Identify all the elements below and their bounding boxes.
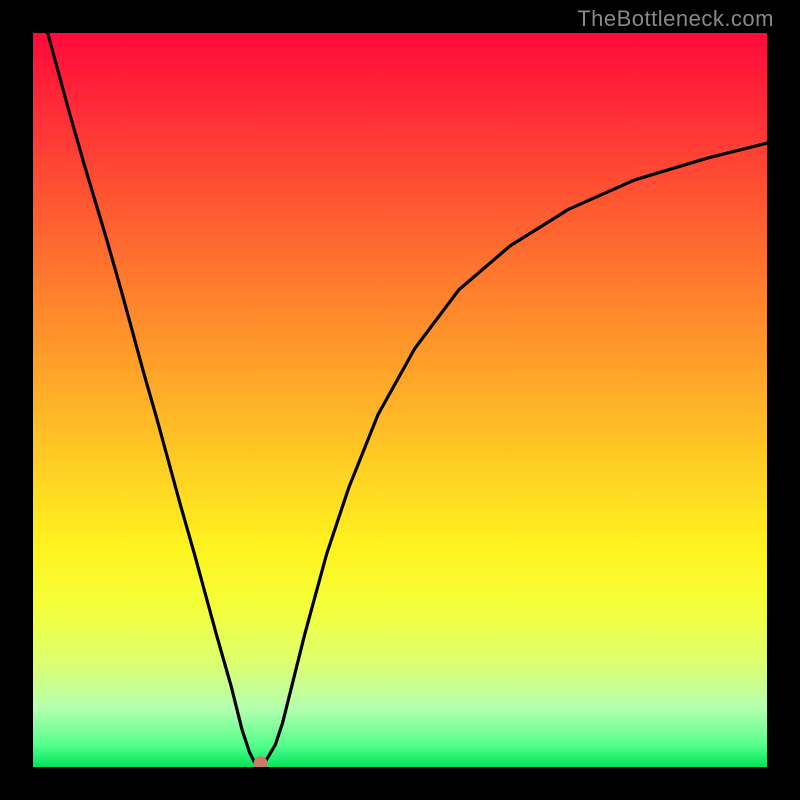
curve-group: [48, 33, 767, 767]
minimum-marker: [254, 756, 268, 767]
watermark-text: TheBottleneck.com: [577, 6, 774, 32]
bottleneck-curve: [48, 33, 767, 767]
curve-svg: [33, 33, 767, 767]
chart-frame: TheBottleneck.com: [0, 0, 800, 800]
plot-area: [33, 33, 767, 767]
